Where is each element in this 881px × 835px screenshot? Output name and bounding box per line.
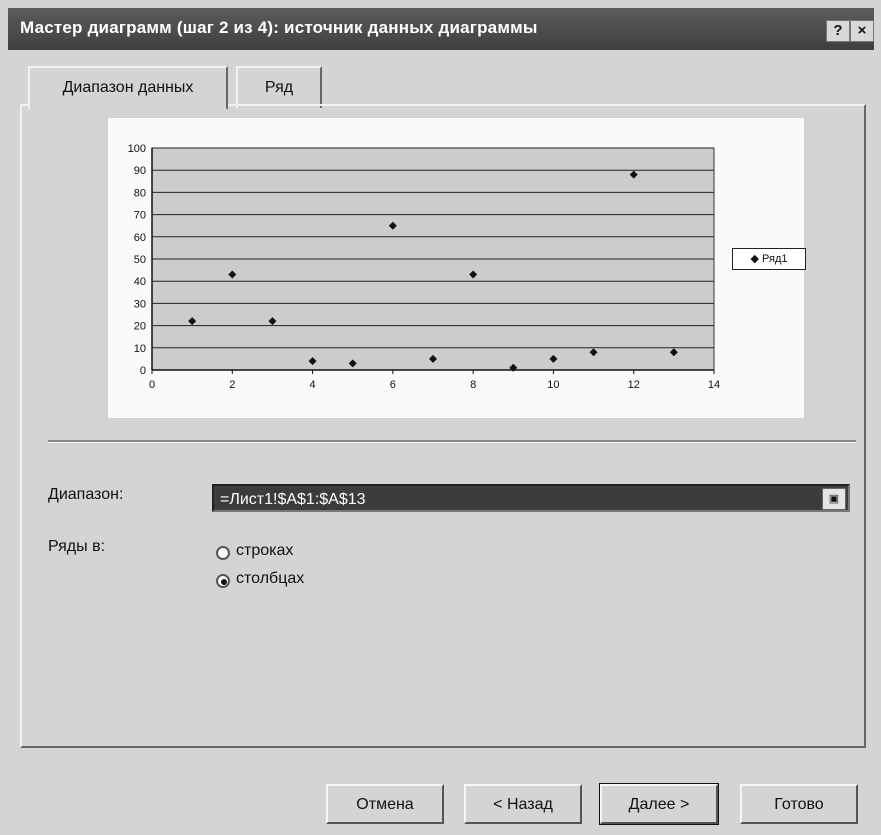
range-input[interactable]: =Лист1!$A$1:$A$13 ▣ (212, 484, 850, 512)
tab-data-range[interactable]: Диапазон данных (28, 66, 228, 110)
radio-columns[interactable] (216, 574, 230, 588)
y-tick-label: 30 (134, 298, 146, 310)
x-tick-label: 0 (149, 379, 155, 391)
scatter-chart: 0 10 20 30 40 50 60 70 80 90 100 0 2 4 6 8 10 12 14 (128, 143, 720, 391)
series-in-label: Ряды в: (48, 538, 106, 555)
radio-selected-dot (221, 579, 227, 585)
collapse-dialog-button[interactable]: ▣ (822, 488, 846, 510)
x-tick-label: 6 (390, 379, 396, 391)
y-tick-label: 10 (134, 343, 146, 355)
legend-marker-icon: ◆ (750, 253, 759, 265)
y-tick-label: 50 (134, 254, 146, 266)
chart-legend: ◆ Ряд1 (732, 248, 806, 270)
y-tick-label: 40 (134, 276, 146, 288)
y-tick-label: 70 (134, 210, 146, 222)
title-bar: Мастер диаграмм (шаг 2 из 4): источник д… (8, 8, 874, 50)
separator-line (48, 440, 856, 443)
window-title: Мастер диаграмм (шаг 2 из 4): источник д… (20, 18, 538, 37)
y-tick-label: 90 (134, 165, 146, 177)
x-tick-label: 2 (229, 379, 235, 391)
legend-series-name: Ряд1 (762, 253, 788, 265)
back-button[interactable]: < Назад (464, 784, 582, 824)
collapse-dialog-icon: ▣ (828, 493, 840, 505)
y-tick-label: 80 (134, 187, 146, 199)
x-tick-label: 8 (470, 379, 476, 391)
y-tick-label: 60 (134, 232, 146, 244)
finish-button[interactable]: Готово (740, 784, 858, 824)
range-value: =Лист1!$A$1:$A$13 (220, 491, 366, 508)
cancel-button[interactable]: Отмена (326, 784, 444, 824)
chart-wizard-dialog: Мастер диаграмм (шаг 2 из 4): источник д… (0, 0, 881, 835)
radio-columns-label[interactable]: столбцах (236, 570, 304, 588)
radio-rows[interactable] (216, 546, 230, 560)
x-tick-label: 12 (628, 379, 640, 391)
x-tick-label: 4 (310, 379, 316, 391)
close-button[interactable]: × (850, 20, 874, 42)
radio-rows-label[interactable]: строках (236, 542, 293, 560)
y-tick-label: 20 (134, 321, 146, 333)
y-tick-label: 0 (140, 365, 146, 377)
tab-series[interactable]: Ряд (236, 66, 322, 108)
y-tick-label: 100 (128, 143, 146, 155)
x-tick-label: 14 (708, 379, 720, 391)
next-button[interactable]: Далее > (599, 783, 719, 825)
range-label: Диапазон: (48, 486, 124, 503)
x-tick-label: 10 (547, 379, 559, 391)
chart-preview: 0 10 20 30 40 50 60 70 80 90 100 0 2 4 6 8 10 12 14 (108, 118, 804, 418)
help-button[interactable]: ? (826, 20, 850, 42)
